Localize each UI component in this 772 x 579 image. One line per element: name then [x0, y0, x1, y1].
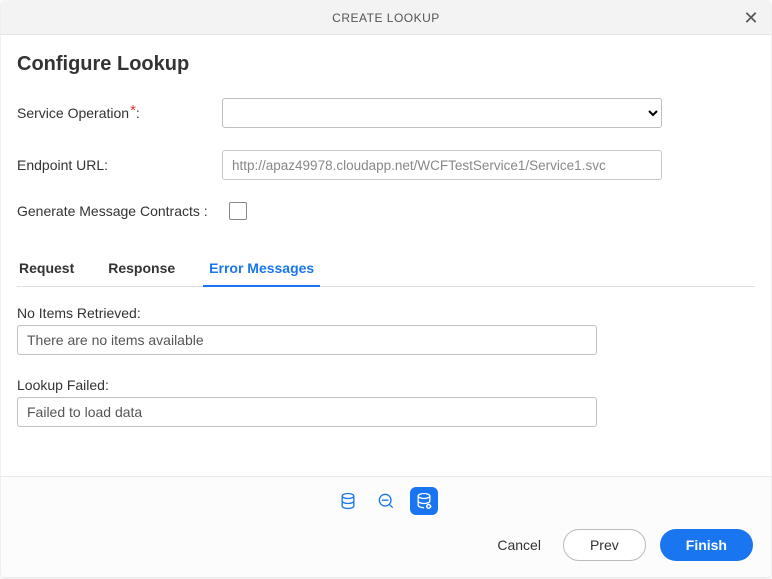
service-operation-row: Service Operation*: [17, 98, 755, 128]
lookup-failed-section: Lookup Failed: [17, 377, 755, 427]
no-items-label: No Items Retrieved: [17, 305, 755, 321]
modal-body: Configure Lookup Service Operation*: End… [1, 35, 771, 476]
service-operation-label-text: Service Operation [17, 105, 129, 121]
endpoint-url-row: Endpoint URL: [17, 150, 755, 180]
no-items-input[interactable] [17, 325, 597, 355]
endpoint-url-label: Endpoint URL: [17, 157, 222, 173]
generate-contracts-label: Generate Message Contracts : [17, 203, 231, 219]
lookup-failed-input[interactable] [17, 397, 597, 427]
titlebar: CREATE LOOKUP ✕ [1, 1, 771, 35]
wizard-steps [1, 477, 771, 523]
finish-button[interactable]: Finish [660, 529, 753, 561]
tab-response[interactable]: Response [106, 250, 177, 286]
modal-footer: Cancel Prev Finish [1, 476, 771, 577]
required-star-icon: * [129, 102, 136, 119]
generate-contracts-checkbox[interactable] [229, 202, 247, 220]
step-configure-icon[interactable] [410, 487, 438, 515]
lookup-failed-label: Lookup Failed: [17, 377, 755, 393]
service-operation-select[interactable] [222, 98, 662, 128]
prev-button[interactable]: Prev [563, 529, 646, 561]
cancel-button[interactable]: Cancel [489, 531, 549, 559]
tab-error-messages[interactable]: Error Messages [207, 250, 316, 286]
tab-request[interactable]: Request [17, 250, 76, 286]
create-lookup-modal: CREATE LOOKUP ✕ Configure Lookup Service… [1, 1, 771, 577]
no-items-section: No Items Retrieved: [17, 305, 755, 355]
modal-title: CREATE LOOKUP [332, 11, 440, 25]
button-row: Cancel Prev Finish [1, 523, 771, 577]
close-icon[interactable]: ✕ [741, 9, 761, 27]
page-title: Configure Lookup [17, 53, 755, 76]
generate-contracts-row: Generate Message Contracts : [17, 202, 755, 220]
step-search-icon[interactable] [372, 487, 400, 515]
service-operation-label: Service Operation*: [17, 105, 222, 122]
tabs: Request Response Error Messages [17, 250, 755, 287]
endpoint-url-input[interactable] [222, 150, 662, 180]
step-datasource-icon[interactable] [334, 487, 362, 515]
